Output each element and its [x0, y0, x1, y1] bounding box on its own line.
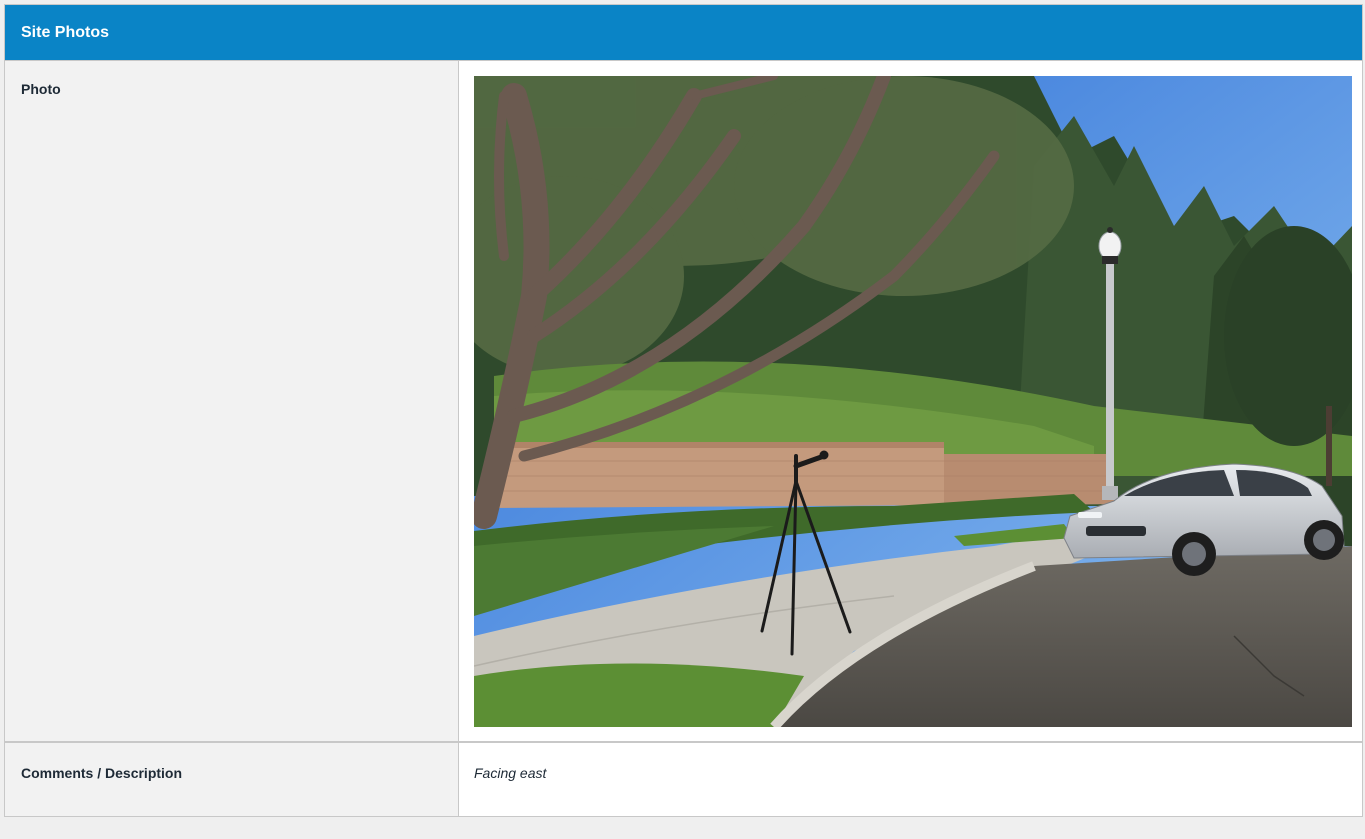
site-photo[interactable]	[474, 76, 1352, 727]
comments-row: Comments / Description Facing east	[5, 741, 1362, 816]
comments-label: Comments / Description	[5, 743, 459, 816]
photo-label: Photo	[5, 61, 459, 741]
site-photos-panel: Site Photos Photo Comments / Description…	[4, 4, 1363, 817]
section-header: Site Photos	[5, 5, 1362, 60]
photo-row: Photo	[5, 60, 1362, 741]
comments-value: Facing east	[474, 765, 547, 781]
lawn	[474, 663, 804, 727]
photo-cell	[459, 61, 1362, 741]
